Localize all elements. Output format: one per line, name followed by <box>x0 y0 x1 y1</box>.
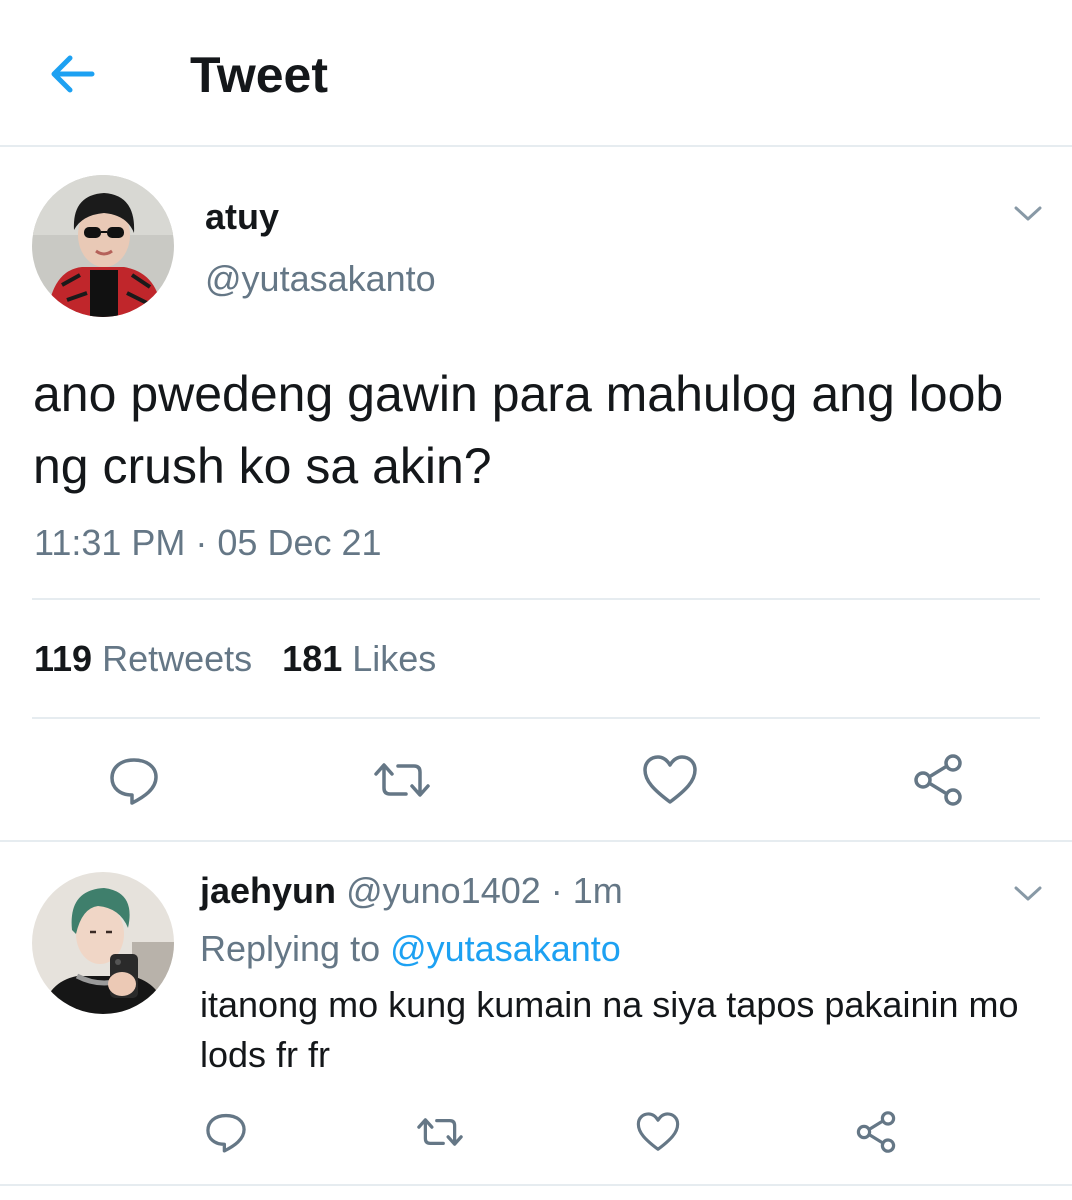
chevron-down-icon <box>1014 206 1042 221</box>
replying-to-prefix: Replying to <box>200 928 391 969</box>
retweets-label: Retweets <box>102 638 253 679</box>
reply-retweet-button[interactable] <box>414 1110 466 1154</box>
like-icon <box>636 1112 680 1151</box>
share-icon <box>856 1111 896 1153</box>
like-button[interactable] <box>640 752 700 808</box>
tweet-timestamp: 11:31 PM · 05 Dec 21 <box>34 522 382 563</box>
share-icon <box>914 754 962 806</box>
likes-count: 181 <box>282 638 343 679</box>
divider <box>0 840 1072 842</box>
retweet-icon <box>417 1118 463 1146</box>
tweet-options-button[interactable] <box>1008 198 1048 228</box>
like-icon <box>643 755 697 804</box>
reply-icon <box>206 1113 246 1153</box>
arrow-left-icon <box>51 55 95 93</box>
reply-like-button[interactable] <box>634 1110 682 1154</box>
share-button[interactable] <box>908 750 968 810</box>
chevron-down-icon <box>1014 886 1042 901</box>
likes-label: Likes <box>352 638 437 679</box>
reply-reply-button[interactable] <box>202 1110 250 1154</box>
reply-separator: · <box>540 870 573 911</box>
retweets-stat[interactable]: 119 Retweets <box>34 638 252 680</box>
engagement-stats: 119 Retweets 181 Likes <box>34 638 466 680</box>
reply-options-button[interactable] <box>1008 878 1048 908</box>
reply-text: itanong mo kung kumain na siya tapos pak… <box>200 984 1019 1075</box>
reply-icon <box>110 758 158 805</box>
tweet-text: ano pwedeng gawin para mahulog ang loob … <box>33 366 1004 494</box>
author-avatar[interactable] <box>32 175 174 317</box>
divider <box>0 1184 1072 1186</box>
reply-author-handle[interactable]: @yuno1402 <box>346 870 541 911</box>
reply-header: jaehyun @yuno1402 · 1m <box>200 870 623 912</box>
reply-button[interactable] <box>104 752 164 808</box>
replying-to-line: Replying to @yutasakanto <box>200 928 621 970</box>
retweet-icon <box>374 763 430 797</box>
page-title: Tweet <box>190 47 328 103</box>
reply-author-display-name[interactable]: jaehyun <box>200 870 336 911</box>
divider <box>32 717 1040 719</box>
author-handle[interactable]: @yutasakanto <box>205 258 436 300</box>
author-display-name[interactable]: atuy <box>205 196 279 238</box>
replying-to-link[interactable]: @yutasakanto <box>390 928 621 969</box>
likes-stat[interactable]: 181 Likes <box>282 638 436 680</box>
back-button[interactable] <box>44 50 100 98</box>
retweets-count: 119 <box>34 638 93 679</box>
divider <box>32 598 1040 600</box>
reply-share-button[interactable] <box>852 1108 900 1156</box>
reply-author-avatar[interactable] <box>32 872 174 1014</box>
retweet-button[interactable] <box>370 752 434 808</box>
top-app-bar: Tweet <box>0 0 1072 147</box>
reply-time: 1m <box>572 870 623 911</box>
